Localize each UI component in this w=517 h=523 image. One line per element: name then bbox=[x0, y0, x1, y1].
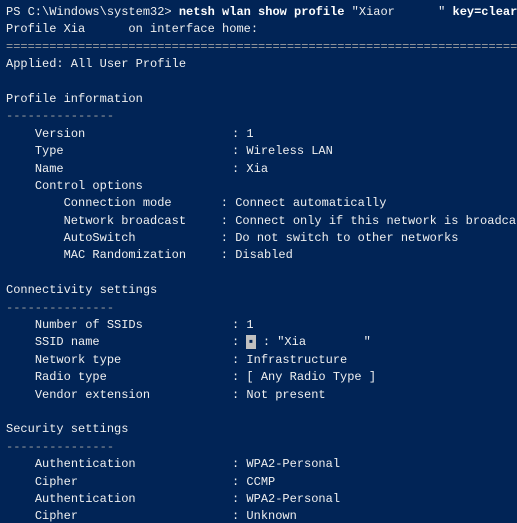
prompt: PS C:\Windows\system32> bbox=[6, 5, 179, 19]
label-ssid-name: SSID name bbox=[35, 334, 225, 351]
dash3: --------------- bbox=[6, 439, 511, 456]
field-network-type: Network type : Infrastructure bbox=[6, 352, 511, 369]
field-connection-mode: Connection mode : Connect automatically bbox=[6, 195, 511, 212]
label-vendor-ext: Vendor extension bbox=[35, 387, 225, 404]
profile-header-line: Profile Xia on interface home: bbox=[6, 21, 511, 38]
spacer3 bbox=[6, 404, 511, 421]
label-network-type: Network type bbox=[35, 352, 225, 369]
field-type: Type : Wireless LAN bbox=[6, 143, 511, 160]
label-cipher2: Cipher bbox=[35, 508, 225, 523]
field-auth2: Authentication : WPA2-Personal bbox=[6, 491, 511, 508]
label-autoswitch: AutoSwitch bbox=[64, 230, 214, 247]
label-name: Name bbox=[35, 161, 225, 178]
label-mac-randomization: MAC Randomization bbox=[64, 247, 214, 264]
profile-arg: "Xiaor " bbox=[344, 5, 452, 19]
label-cipher1: Cipher bbox=[35, 474, 225, 491]
field-radio-type: Radio type : [ Any Radio Type ] bbox=[6, 369, 511, 386]
label-num-ssids: Number of SSIDs bbox=[35, 317, 225, 334]
field-auth1: Authentication : WPA2-Personal bbox=[6, 456, 511, 473]
ssid-icon: ▪ bbox=[246, 335, 255, 349]
applied-line: Applied: All User Profile bbox=[6, 56, 511, 73]
key-param: key=clear bbox=[453, 5, 517, 19]
field-cipher2: Cipher : Unknown bbox=[6, 508, 511, 523]
label-network-broadcast: Network broadcast bbox=[64, 213, 214, 230]
dash1: --------------- bbox=[6, 108, 511, 125]
field-version: Version : 1 bbox=[6, 126, 511, 143]
dash2: --------------- bbox=[6, 300, 511, 317]
label-radio-type: Radio type bbox=[35, 369, 225, 386]
label-auth1: Authentication bbox=[35, 456, 225, 473]
label-auth2: Authentication bbox=[35, 491, 225, 508]
field-name: Name : Xia bbox=[6, 161, 511, 178]
field-network-broadcast: Network broadcast : Connect only if this… bbox=[6, 213, 511, 230]
field-control-options: Control options bbox=[6, 178, 511, 195]
field-num-ssids: Number of SSIDs : 1 bbox=[6, 317, 511, 334]
command-text: netsh wlan show profile bbox=[179, 5, 345, 19]
field-autoswitch: AutoSwitch : Do not switch to other netw… bbox=[6, 230, 511, 247]
field-ssid-name: SSID name : ▪ : "Xia " bbox=[6, 334, 511, 351]
label-type: Type bbox=[35, 143, 225, 160]
terminal-window: PS C:\Windows\system32> netsh wlan show … bbox=[0, 0, 517, 523]
spacer1 bbox=[6, 74, 511, 91]
field-cipher1: Cipher : CCMP bbox=[6, 474, 511, 491]
separator-line: ========================================… bbox=[6, 39, 511, 56]
command-line: PS C:\Windows\system32> netsh wlan show … bbox=[6, 4, 511, 21]
security-header: Security settings bbox=[6, 421, 511, 438]
profile-info-header: Profile information bbox=[6, 91, 511, 108]
field-mac-randomization: MAC Randomization : Disabled bbox=[6, 247, 511, 264]
label-connection-mode: Connection mode bbox=[64, 195, 214, 212]
label-version: Version bbox=[35, 126, 225, 143]
label-control-options: Control options bbox=[35, 178, 225, 195]
connectivity-header: Connectivity settings bbox=[6, 282, 511, 299]
field-vendor-ext: Vendor extension : Not present bbox=[6, 387, 511, 404]
spacer2 bbox=[6, 265, 511, 282]
